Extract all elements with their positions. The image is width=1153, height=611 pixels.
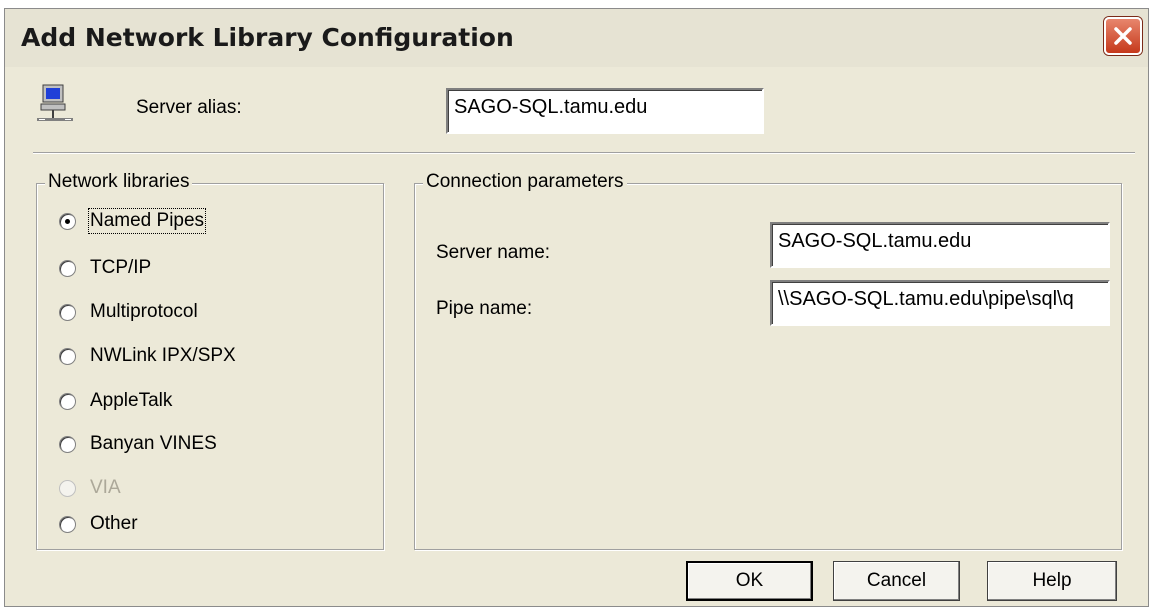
radio-via: VIA <box>59 474 121 502</box>
radio-button-icon[interactable] <box>59 303 76 321</box>
radio-button-icon[interactable] <box>59 347 76 365</box>
network-libraries-title: Network libraries <box>45 171 193 193</box>
radio-nwlink-ipx-spx[interactable]: NWLink IPX/SPX <box>59 342 236 370</box>
radio-label: VIA <box>90 477 121 498</box>
dialog-title: Add Network Library Configuration <box>21 23 514 52</box>
radio-button-icon[interactable] <box>59 212 76 230</box>
radio-button-icon[interactable] <box>59 259 76 277</box>
server-name-label: Server name: <box>436 242 551 263</box>
ok-button[interactable]: OK <box>686 561 813 601</box>
server-alias-label: Server alias: <box>136 97 242 118</box>
close-button[interactable] <box>1104 17 1142 55</box>
server-name-input[interactable]: SAGO-SQL.tamu.edu <box>770 222 1110 268</box>
connection-parameters-group: Connection parameters Server name: SAGO-… <box>414 171 1122 550</box>
add-network-library-dialog: Add Network Library Configuration Server… <box>4 8 1149 607</box>
separator-line <box>33 152 1135 154</box>
radio-label: Named Pipes <box>87 208 207 234</box>
radio-button-icon <box>59 479 76 497</box>
network-computer-icon <box>37 84 73 121</box>
server-alias-input[interactable]: SAGO-SQL.tamu.edu <box>446 88 764 134</box>
pipe-name-label: Pipe name: <box>436 298 533 319</box>
radio-button-icon[interactable] <box>59 435 76 453</box>
close-icon <box>1114 27 1132 45</box>
network-libraries-group: Network libraries Named Pipes TCP/IP Mul… <box>36 171 384 550</box>
radio-button-icon[interactable] <box>59 515 76 533</box>
connection-parameters-title: Connection parameters <box>423 171 627 193</box>
radio-label: NWLink IPX/SPX <box>90 345 236 366</box>
radio-label: Other <box>90 513 138 534</box>
radio-other[interactable]: Other <box>59 510 138 538</box>
help-button[interactable]: Help <box>987 561 1117 601</box>
radio-tcp-ip[interactable]: TCP/IP <box>59 254 151 282</box>
radio-label: TCP/IP <box>90 257 152 278</box>
radio-button-icon[interactable] <box>59 392 76 410</box>
radio-label: Banyan VINES <box>90 433 217 454</box>
radio-named-pipes[interactable]: Named Pipes <box>59 207 207 235</box>
radio-appletalk[interactable]: AppleTalk <box>59 387 172 415</box>
radio-label: Multiprotocol <box>90 301 198 322</box>
radio-banyan-vines[interactable]: Banyan VINES <box>59 430 217 458</box>
title-bar[interactable]: Add Network Library Configuration <box>5 9 1148 67</box>
pipe-name-input[interactable]: \\SAGO-SQL.tamu.edu\pipe\sql\q <box>770 280 1110 326</box>
radio-label: AppleTalk <box>90 390 173 411</box>
cancel-button[interactable]: Cancel <box>833 561 960 601</box>
radio-multiprotocol[interactable]: Multiprotocol <box>59 298 198 326</box>
